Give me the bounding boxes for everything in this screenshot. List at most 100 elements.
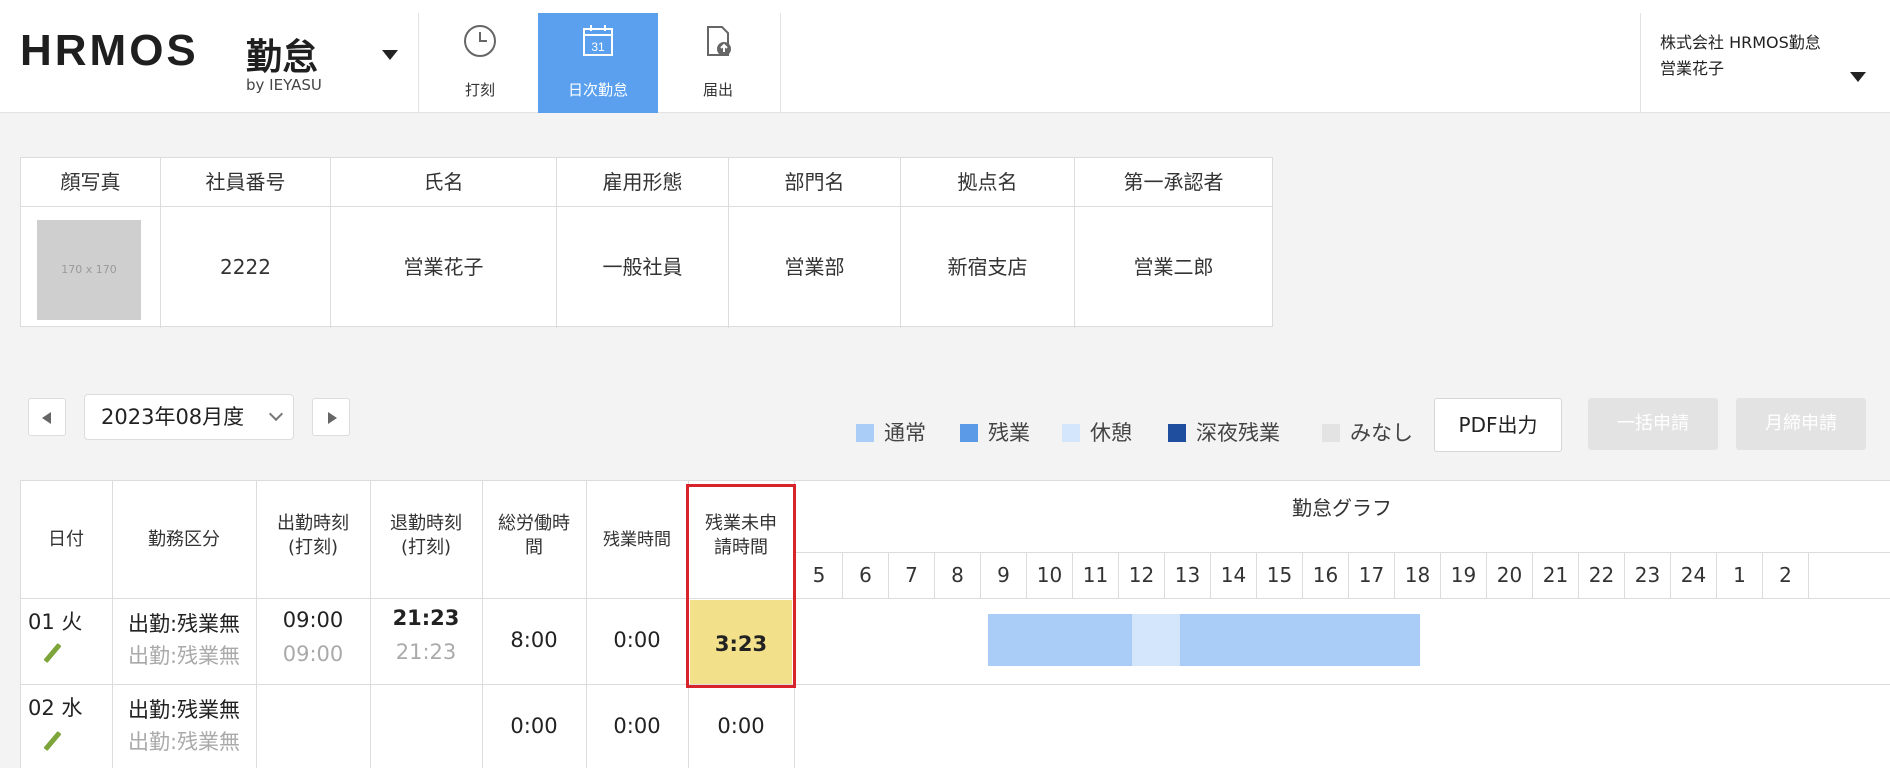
- unapplied-overtime-highlight-box: [686, 484, 796, 688]
- user-menu-caret-icon[interactable]: [1850, 72, 1866, 82]
- header-date: 日付: [48, 529, 84, 550]
- row-work-type-stamped: 出勤:残業無: [127, 644, 241, 668]
- user-name: 営業花子: [1660, 59, 1725, 78]
- location: 新宿支店: [947, 255, 1028, 279]
- graph-hour: 19: [1440, 552, 1486, 598]
- employment-type-column: 雇用形態 一般社員: [557, 158, 729, 328]
- brand-name: HRMOS: [20, 26, 199, 75]
- legend-overtime: 残業: [960, 418, 1030, 448]
- header-attendance-graph: 勤怠グラフ: [1292, 496, 1392, 520]
- monthly-close-button[interactable]: 月締申請: [1736, 398, 1866, 450]
- next-month-button[interactable]: [312, 398, 350, 436]
- employee-info-table: 顔写真 170 x 170 社員番号 2222 氏名 営業花子 雇用形態 一般社…: [20, 157, 1273, 328]
- document-icon: [707, 26, 731, 56]
- row-clock-in: 09:00: [282, 608, 344, 632]
- company-name: 株式会社 HRMOS勤怠: [1660, 33, 1821, 52]
- department-column: 部門名 営業部: [729, 158, 901, 328]
- graph-hour: 5: [812, 563, 826, 587]
- row-divider: [20, 598, 1890, 599]
- department: 営業部: [784, 255, 845, 279]
- legend-swatch: [1168, 424, 1186, 442]
- row-total-hours: 0:00: [510, 714, 558, 738]
- name-column: 氏名 営業花子: [331, 158, 557, 328]
- by-ieyasu: by IEYASU: [246, 76, 322, 94]
- legend-swatch: [1322, 424, 1340, 442]
- header-divider: [780, 13, 781, 113]
- employee-header: 第一承認者: [1075, 158, 1272, 207]
- graph-hour: 8: [934, 552, 980, 598]
- header-work-type: 勤務区分: [148, 529, 220, 550]
- graph-hour: 22: [1578, 552, 1624, 598]
- legend-swatch: [856, 424, 874, 442]
- graph-hour: 21: [1532, 552, 1578, 598]
- tab-requests[interactable]: 届出: [658, 13, 778, 113]
- graph-hour: 24: [1670, 552, 1716, 598]
- row-date: 01 火: [28, 610, 83, 634]
- employee-photo: 170 x 170: [37, 220, 141, 320]
- legend-break: 休憩: [1062, 418, 1132, 448]
- approver-column: 第一承認者 営業二郎: [1075, 158, 1272, 328]
- calendar-icon: 31: [583, 25, 613, 56]
- legend-swatch: [1062, 424, 1080, 442]
- graph-hour: 1: [1716, 552, 1762, 598]
- header-clock-in: 出勤時刻 (打刻): [277, 513, 349, 558]
- legend-deemed: みなし: [1322, 418, 1413, 448]
- graph-hour: 10: [1026, 552, 1072, 598]
- graph-hour: 17: [1348, 552, 1394, 598]
- month-value: 2023年08月度: [101, 405, 245, 429]
- row-clock-in-stamped: 09:00: [282, 642, 344, 666]
- first-approver: 営業二郎: [1133, 255, 1214, 279]
- row-date: 02 水: [28, 696, 83, 720]
- legend-late-night-overtime: 深夜残業: [1168, 418, 1280, 448]
- row-overtime: 0:00: [613, 714, 661, 738]
- prev-month-button[interactable]: [28, 398, 66, 436]
- employee-header: 拠点名: [901, 158, 1074, 207]
- employee-name: 営業花子: [403, 255, 484, 279]
- bulk-apply-button[interactable]: 一括申請: [1588, 398, 1718, 450]
- graph-hour: 20: [1486, 552, 1532, 598]
- row-divider: [20, 684, 1890, 685]
- graph-hour: 11: [1072, 552, 1118, 598]
- employee-header: 顔写真: [21, 158, 160, 207]
- work-bar-break: [1132, 614, 1180, 666]
- pdf-export-button[interactable]: PDF出力: [1434, 398, 1562, 452]
- row-work-type-stamped: 出勤:残業無: [127, 730, 241, 754]
- header-overtime: 残業時間: [603, 530, 671, 550]
- graph-hour: 13: [1164, 552, 1210, 598]
- work-bar-normal: [1180, 614, 1420, 666]
- tab-clock-in[interactable]: 打刻: [420, 13, 540, 113]
- month-select[interactable]: 2023年08月度: [84, 394, 294, 440]
- legend-normal: 通常: [856, 418, 926, 448]
- product-switch-caret-icon[interactable]: [382, 50, 398, 60]
- header-divider: [1640, 13, 1641, 113]
- row-unapplied-overtime: 0:00: [717, 714, 765, 738]
- graph-hour: 7: [888, 552, 934, 598]
- employee-number-column: 社員番号 2222: [161, 158, 331, 328]
- user-menu[interactable]: 株式会社 HRMOS勤怠 営業花子: [1660, 30, 1821, 82]
- graph-hour: 9: [980, 552, 1026, 598]
- graph-hour: 2: [1762, 552, 1808, 598]
- graph-hour: 6: [842, 552, 888, 598]
- graph-hour: 15: [1256, 552, 1302, 598]
- row-work-type: 出勤:残業無: [127, 612, 241, 636]
- location-column: 拠点名 新宿支店: [901, 158, 1075, 328]
- graph-hour: 18: [1394, 552, 1440, 598]
- work-bar-normal: [988, 614, 1132, 666]
- row-total-hours: 8:00: [510, 628, 558, 652]
- graph-hour: 12: [1118, 552, 1164, 598]
- employee-header: 雇用形態: [557, 158, 728, 207]
- product-name: 勤怠: [246, 37, 319, 78]
- legend-swatch: [960, 424, 978, 442]
- employment-type: 一般社員: [602, 255, 683, 279]
- row-clock-out: 21:23: [392, 606, 460, 630]
- header-divider: [418, 13, 419, 113]
- clock-icon: [464, 25, 496, 57]
- employee-header: 氏名: [331, 158, 556, 207]
- header-total-hours: 総労働時間: [498, 513, 570, 558]
- row-overtime: 0:00: [613, 628, 661, 652]
- row-clock-out-stamped: 21:23: [395, 640, 457, 664]
- tab-daily-attendance[interactable]: 31 日次勤怠: [538, 13, 658, 113]
- header-clock-out: 退勤時刻 (打刻): [390, 513, 462, 558]
- graph-hour: 16: [1302, 552, 1348, 598]
- tab-label: 打刻: [464, 81, 495, 99]
